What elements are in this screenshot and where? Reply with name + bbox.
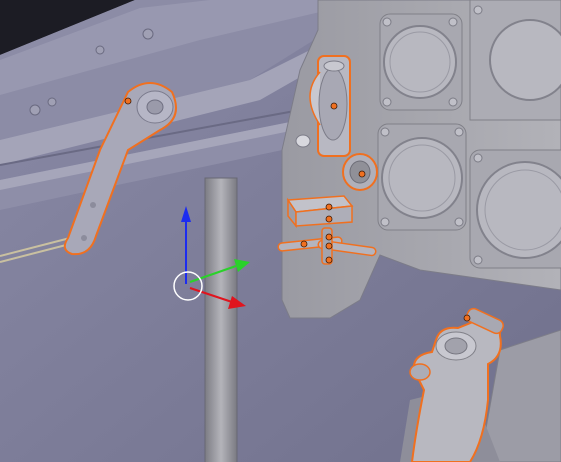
vertical-pole bbox=[204, 177, 238, 462]
gauge-corner bbox=[469, 0, 561, 121]
knob[interactable] bbox=[342, 153, 378, 191]
origin-dot bbox=[124, 97, 132, 105]
gauge-middle bbox=[377, 123, 467, 231]
instrument-panel bbox=[281, 0, 561, 319]
box-part[interactable] bbox=[286, 195, 354, 229]
viewport-scene[interactable] bbox=[0, 0, 561, 462]
3d-viewport[interactable] bbox=[0, 0, 561, 462]
gauge-top bbox=[379, 13, 463, 111]
gauge-right bbox=[469, 149, 561, 269]
